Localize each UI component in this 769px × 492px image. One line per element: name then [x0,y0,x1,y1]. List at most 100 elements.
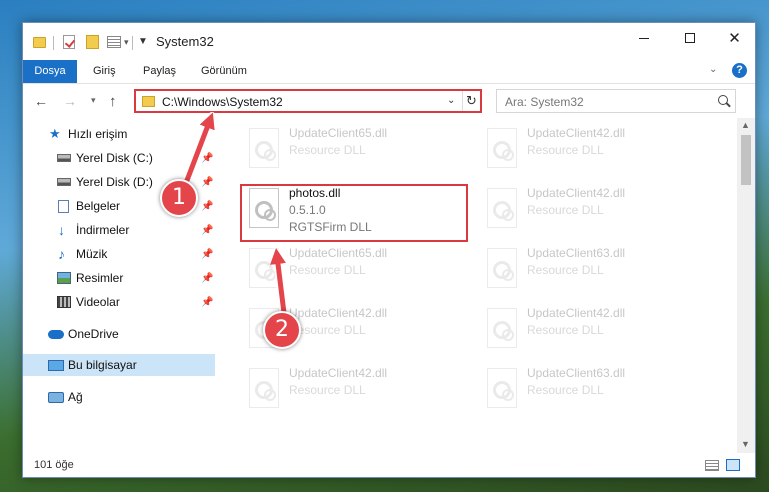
file-name: UpdateClient42.dll [527,186,626,200]
computer-icon [48,359,64,371]
forward-arrow-icon[interactable]: → [63,93,77,109]
sidebar-item-local-disk-c[interactable]: Yerel Disk (C:) 📌 [23,147,215,169]
sidebar-item-network[interactable]: Ağ [23,386,215,408]
pin-icon[interactable]: 📌 [201,273,213,284]
sidebar-item-label: Ağ [68,390,83,404]
quick-access-properties-icon[interactable] [107,36,121,48]
sidebar-item-label: Bu bilgisayar [68,358,137,372]
sidebar-item-label: Yerel Disk (D:) [76,175,153,189]
tab-home[interactable]: Giriş [85,60,124,83]
pin-icon[interactable]: 📌 [201,153,213,164]
file-name: UpdateClient65.dll [289,126,388,140]
details-view-icon[interactable] [705,460,719,471]
maximize-icon [684,33,695,43]
sidebar-item-this-pc[interactable]: Bu bilgisayar [23,354,215,376]
ribbon-tabs: Dosya Giriş Paylaş Görünüm ⌄ ? [23,60,755,84]
file-type: Resource DLL [527,383,604,397]
minimize-button[interactable] [621,23,666,53]
close-button[interactable]: ✕ [712,23,757,53]
scroll-up-icon[interactable]: ▲ [741,120,750,130]
tab-view[interactable]: Görünüm [193,60,255,83]
scroll-down-icon[interactable]: ▼ [741,439,750,449]
dll-file-icon [249,128,279,168]
file-name: UpdateClient65.dll [289,246,388,260]
sidebar-item-music[interactable]: ♪ Müzik 📌 [23,243,215,265]
step-2-badge: 2 [263,311,301,349]
sidebar-item-label: Belgeler [76,199,121,213]
customize-toolbar-icon[interactable]: ▼ [138,36,148,52]
drive-icon [57,178,71,186]
sidebar-item-onedrive[interactable]: OneDrive [23,323,215,345]
file-item[interactable]: UpdateClient63.dll Resource DLL [477,364,707,420]
title-bar: ▾ ▼ System32 ✕ [23,23,755,60]
sidebar-item-label: Yerel Disk (C:) [76,151,153,165]
network-icon [48,391,64,403]
file-name: UpdateClient42.dll [527,306,626,320]
documents-icon [58,199,69,213]
tab-file[interactable]: Dosya [23,60,77,83]
file-item[interactable]: UpdateClient42.dll Resource DLL [477,184,707,240]
file-name: UpdateClient42.dll [527,126,626,140]
vertical-scrollbar[interactable]: ▲ ▼ [737,118,755,453]
maximize-button[interactable] [667,23,712,53]
chevron-down-icon[interactable]: ▾ [124,37,129,53]
help-icon[interactable]: ? [732,63,747,78]
sidebar-item-quick-access[interactable]: ★ Hızlı erişim [23,123,215,145]
navigation-bar: ← → ▾ ↑ C:\Windows\System32 ⌄ ↻ Ara: Sys… [23,84,755,118]
file-type: Resource DLL [527,323,604,337]
sidebar-item-label: Resimler [76,271,124,285]
pin-icon[interactable]: 📌 [201,177,213,188]
file-item[interactable]: UpdateClient65.dll Resource DLL [239,244,469,300]
pin-icon[interactable]: 📌 [201,249,213,260]
scrollbar-thumb[interactable] [741,135,751,185]
star-icon: ★ [49,126,61,141]
dll-file-icon [487,248,517,288]
search-box[interactable]: Ara: System32 [496,89,736,113]
file-item[interactable]: UpdateClient42.dll Resource DLL [477,124,707,180]
dll-file-icon [487,308,517,348]
search-input[interactable]: Ara: System32 [505,95,584,109]
pin-icon[interactable]: 📌 [201,297,213,308]
sidebar-item-label: Müzik [76,247,108,261]
file-type: Resource DLL [289,263,366,277]
explorer-window: ▾ ▼ System32 ✕ Dosya Giriş Paylaş Görünü… [22,22,756,478]
download-icon: ↓ [58,222,65,238]
file-item[interactable]: UpdateClient42.dll Resource DLL [239,364,469,420]
file-item[interactable]: UpdateClient65.dll Resource DLL [239,124,469,180]
sidebar-item-downloads[interactable]: ↓ İndirmeler 📌 [23,219,215,241]
step-1-badge: 1 [160,179,198,217]
large-icons-view-icon[interactable] [726,459,740,471]
address-bar[interactable]: C:\Windows\System32 ⌄ ↻ [134,89,482,113]
pin-icon[interactable]: 📌 [201,225,213,236]
new-folder-icon[interactable] [86,35,99,49]
sidebar-item-videos[interactable]: Videolar 📌 [23,291,215,313]
cloud-icon [48,329,64,339]
folder-icon[interactable] [33,37,46,48]
refresh-icon[interactable]: ↻ [462,91,480,111]
file-name: UpdateClient63.dll [527,246,626,260]
file-list: UpdateClient65.dll Resource DLL UpdateCl… [229,118,737,453]
properties-check-icon[interactable] [63,35,75,49]
file-type: Resource DLL [289,143,366,157]
file-type: Resource DLL [527,203,604,217]
sidebar-item-label: İndirmeler [76,223,130,237]
sidebar-item-label: Videolar [76,295,120,309]
tab-share[interactable]: Paylaş [135,60,184,83]
address-dropdown-icon[interactable]: ⌄ [447,95,455,106]
navigation-pane: ★ Hızlı erişim Yerel Disk (C:) 📌 Yerel D… [23,118,215,453]
up-arrow-icon[interactable]: ↑ [109,93,117,110]
highlight-box [240,184,468,242]
recent-locations-icon[interactable]: ▾ [91,95,96,106]
expand-ribbon-icon[interactable]: ⌄ [709,64,717,75]
sidebar-item-label: OneDrive [68,327,119,341]
videos-icon [57,296,71,308]
sidebar-item-label: Hızlı erişim [68,127,128,141]
file-item[interactable]: UpdateClient42.dll Resource DLL [477,304,707,360]
sidebar-item-pictures[interactable]: Resimler 📌 [23,267,215,289]
search-icon[interactable] [718,95,728,105]
file-type: Resource DLL [289,383,366,397]
address-path[interactable]: C:\Windows\System32 [162,95,283,109]
pin-icon[interactable]: 📌 [201,201,213,212]
file-item[interactable]: UpdateClient63.dll Resource DLL [477,244,707,300]
back-arrow-icon[interactable]: ← [34,93,48,109]
